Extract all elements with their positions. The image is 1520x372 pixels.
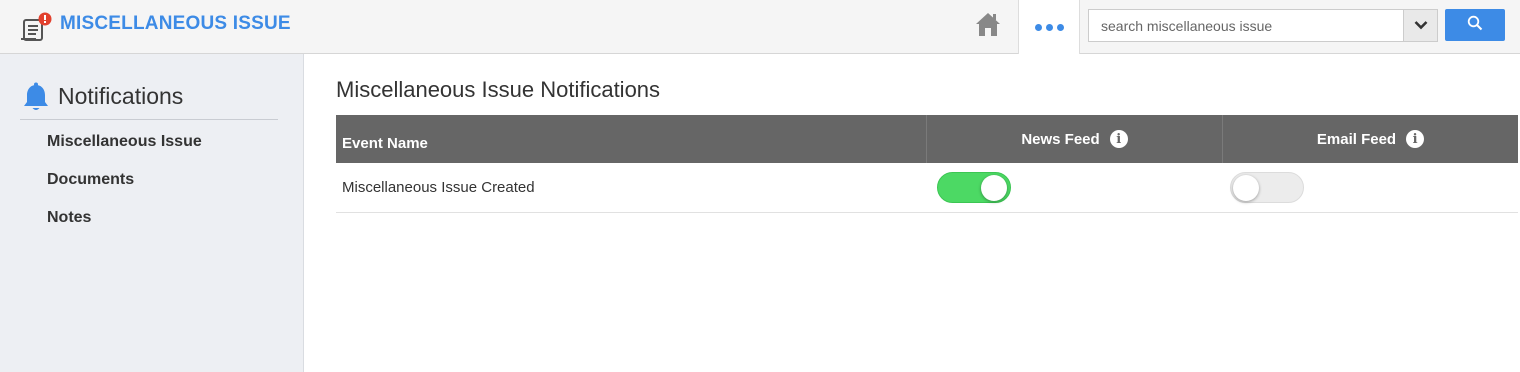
event-name-cell: Miscellaneous Issue Created [342,179,535,196]
toggle-knob [981,175,1007,201]
sidebar-item-notes[interactable]: Notes [47,209,91,227]
info-icon[interactable]: i [1406,130,1425,148]
search-input[interactable] [1089,10,1403,41]
search-dropdown-button[interactable] [1403,10,1437,41]
search-button[interactable] [1445,9,1505,41]
search-icon [1467,15,1483,36]
table-header: Event Name News Feed i Email Feed i [336,115,1518,163]
home-button[interactable] [958,0,1018,53]
page-title: Miscellaneous Issue Notifications [336,77,661,102]
sidebar-title: Notifications [58,83,184,109]
column-header-news-feed: News Feed i [926,115,1222,163]
news-feed-toggle[interactable] [937,172,1011,203]
search-box [1088,9,1438,42]
info-icon[interactable]: i [1109,130,1128,148]
app-title: MISCELLANEOUS ISSUE [60,13,291,34]
more-menu-button[interactable] [1018,0,1080,54]
home-icon [974,11,1002,42]
more-dots-icon [1033,23,1066,31]
app-header: MISCELLANEOUS ISSUE [0,0,1520,54]
table-row: Miscellaneous Issue Created [336,163,1518,213]
chevron-down-icon [1414,17,1428,35]
column-header-event-name: Event Name [342,134,428,152]
sidebar-item-documents[interactable]: Documents [47,171,134,189]
document-alert-icon [20,12,54,42]
bell-icon [22,82,50,117]
column-header-email-feed: Email Feed i [1222,115,1518,163]
sidebar-header: Notifications [20,80,278,120]
sidebar: Notifications Miscellaneous Issue Docume… [0,54,304,372]
email-feed-toggle[interactable] [1230,172,1304,203]
toggle-knob [1233,175,1259,201]
sidebar-item-miscellaneous-issue[interactable]: Miscellaneous Issue [47,133,202,151]
notifications-table: Event Name News Feed i Email Feed i Misc… [336,115,1518,213]
